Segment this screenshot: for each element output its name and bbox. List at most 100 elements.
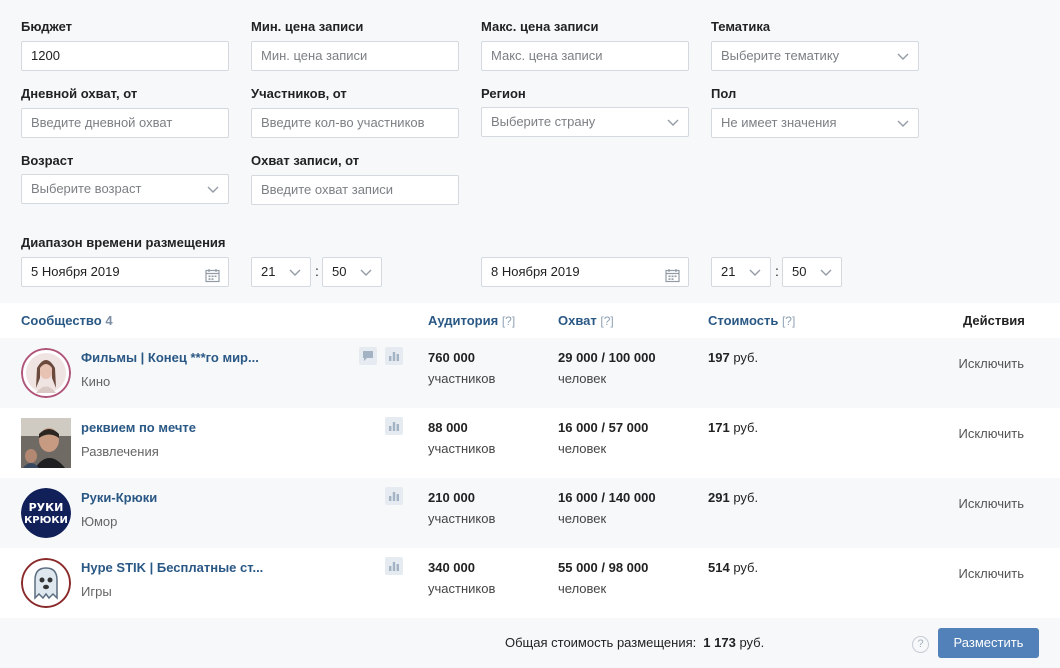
- audience-value: 210 000: [428, 490, 475, 505]
- reach-help-link[interactable]: [?]: [600, 314, 613, 328]
- members-label: Участников, от: [251, 86, 347, 101]
- audience-value: 340 000: [428, 560, 475, 575]
- reach-unit: человек: [558, 371, 607, 386]
- cost-currency: руб.: [733, 420, 759, 435]
- audience-unit: участников: [428, 511, 496, 526]
- gender-select-value: Не имеет значения: [721, 115, 837, 130]
- chevron-down-icon: [896, 116, 910, 130]
- reach-value: 55 000 / 98 000: [558, 560, 649, 575]
- budget-label: Бюджет: [21, 19, 72, 34]
- end-minute-value: 50: [792, 264, 807, 279]
- age-select[interactable]: Выберите возраст: [21, 174, 229, 204]
- start-date-input[interactable]: 5 Ноября 2019: [21, 257, 229, 287]
- topic-select[interactable]: Выберите тематику: [711, 41, 919, 71]
- avatar-text-bottom: КРЮКИ: [24, 515, 68, 526]
- community-name-link[interactable]: Фильмы | Конец ***го мир...: [81, 350, 259, 365]
- stats-icon[interactable]: [385, 487, 403, 505]
- total-cost-value: 1 173: [703, 635, 736, 650]
- community-category: Юмор: [81, 514, 118, 529]
- chevron-down-icon: [896, 49, 910, 63]
- post-reach-label: Охват записи, от: [251, 153, 360, 168]
- daily-reach-input[interactable]: Введите дневной охват: [21, 108, 229, 138]
- community-name-link[interactable]: Руки-Крюки: [81, 490, 157, 505]
- community-name-link[interactable]: Hype STIK | Бесплатные ст...: [81, 560, 263, 575]
- reach-unit: человек: [558, 511, 607, 526]
- end-hour-select[interactable]: 21: [711, 257, 771, 287]
- time-separator: :: [315, 263, 319, 279]
- time-separator: :: [775, 263, 779, 279]
- stats-icon[interactable]: [385, 557, 403, 575]
- community-avatar[interactable]: [21, 418, 71, 468]
- cost-value: 171 руб.: [708, 420, 758, 435]
- budget-input[interactable]: 1200: [21, 41, 229, 71]
- start-hour-select[interactable]: 21: [251, 257, 311, 287]
- exclude-button[interactable]: Исключить: [959, 356, 1025, 371]
- community-column-header[interactable]: Сообщество 4: [21, 313, 113, 328]
- cost-amount: 197: [708, 350, 730, 365]
- region-select[interactable]: Выберите страну: [481, 107, 689, 137]
- table-row: РУКИ КРЮКИ Руки-Крюки Юмор 210 000 участн…: [0, 478, 1060, 548]
- community-avatar[interactable]: РУКИ КРЮКИ: [21, 488, 71, 538]
- actions-column-header: Действия: [963, 313, 1025, 328]
- table-row: реквием по мечте Развлечения 88 000 учас…: [0, 408, 1060, 478]
- audience-value: 760 000: [428, 350, 475, 365]
- total-cost: Общая стоимость размещения: 1 173 руб.: [505, 635, 764, 650]
- exclude-button[interactable]: Исключить: [959, 426, 1025, 441]
- exclude-button[interactable]: Исключить: [959, 566, 1025, 581]
- cost-value: 197 руб.: [708, 350, 758, 365]
- table-row: Фильмы | Конец ***го мир... Кино 760 000…: [0, 338, 1060, 408]
- chevron-down-icon: [748, 265, 762, 279]
- avatar-text-top: РУКИ: [29, 501, 64, 514]
- footer-bar: Общая стоимость размещения: 1 173 руб. ? …: [0, 618, 1060, 668]
- end-minute-select[interactable]: 50: [782, 257, 842, 287]
- place-ad-button[interactable]: Разместить: [938, 628, 1039, 658]
- start-date-value: 5 Ноября 2019: [31, 264, 120, 279]
- min-price-input[interactable]: Мин. цена записи: [251, 41, 459, 71]
- total-cost-label: Общая стоимость размещения:: [505, 635, 697, 650]
- audience-column-header[interactable]: Аудитория [?]: [428, 313, 515, 328]
- total-cost-currency: руб.: [739, 635, 765, 650]
- reach-value: 29 000 / 100 000: [558, 350, 656, 365]
- post-reach-input[interactable]: Введите охват записи: [251, 175, 459, 205]
- reach-unit: человек: [558, 581, 607, 596]
- community-count: 4: [105, 313, 113, 328]
- cost-column-header[interactable]: Стоимость [?]: [708, 313, 795, 328]
- message-icon[interactable]: [359, 347, 377, 365]
- end-date-input[interactable]: 8 Ноября 2019: [481, 257, 689, 287]
- chevron-down-icon: [206, 182, 220, 196]
- reach-unit: человек: [558, 441, 607, 456]
- reach-column-header[interactable]: Охват [?]: [558, 313, 614, 328]
- cost-currency: руб.: [733, 560, 759, 575]
- reach-header-label: Охват: [558, 313, 597, 328]
- stats-icon[interactable]: [385, 417, 403, 435]
- age-label: Возраст: [21, 153, 74, 168]
- community-avatar[interactable]: [21, 348, 71, 398]
- community-name-link[interactable]: реквием по мечте: [81, 420, 196, 435]
- audience-header-label: Аудитория: [428, 313, 499, 328]
- audience-value: 88 000: [428, 420, 468, 435]
- chevron-down-icon: [359, 265, 373, 279]
- table-row: Hype STIK | Бесплатные ст... Игры 340 00…: [0, 548, 1060, 618]
- members-input[interactable]: Введите кол-во участников: [251, 108, 459, 138]
- cost-value: 514 руб.: [708, 560, 758, 575]
- help-icon[interactable]: ?: [912, 636, 929, 653]
- max-price-label: Макс. цена записи: [481, 19, 599, 34]
- audience-help-link[interactable]: [?]: [502, 314, 515, 328]
- time-range-label: Диапазон времени размещения: [21, 235, 226, 250]
- start-hour-value: 21: [261, 264, 276, 279]
- community-avatar[interactable]: [21, 558, 71, 608]
- stats-icon[interactable]: [385, 347, 403, 365]
- max-price-input[interactable]: Макс. цена записи: [481, 41, 689, 71]
- age-select-value: Выберите возраст: [31, 181, 142, 196]
- min-price-label: Мин. цена записи: [251, 19, 364, 34]
- start-minute-value: 50: [332, 264, 347, 279]
- cost-value: 291 руб.: [708, 490, 758, 505]
- exclude-button[interactable]: Исключить: [959, 496, 1025, 511]
- calendar-icon: [665, 265, 680, 283]
- cost-help-link[interactable]: [?]: [782, 314, 795, 328]
- start-minute-select[interactable]: 50: [322, 257, 382, 287]
- table-header: Сообщество 4 Аудитория [?] Охват [?] Сто…: [0, 303, 1060, 338]
- region-select-value: Выберите страну: [491, 114, 596, 129]
- cost-amount: 171: [708, 420, 730, 435]
- gender-select[interactable]: Не имеет значения: [711, 108, 919, 138]
